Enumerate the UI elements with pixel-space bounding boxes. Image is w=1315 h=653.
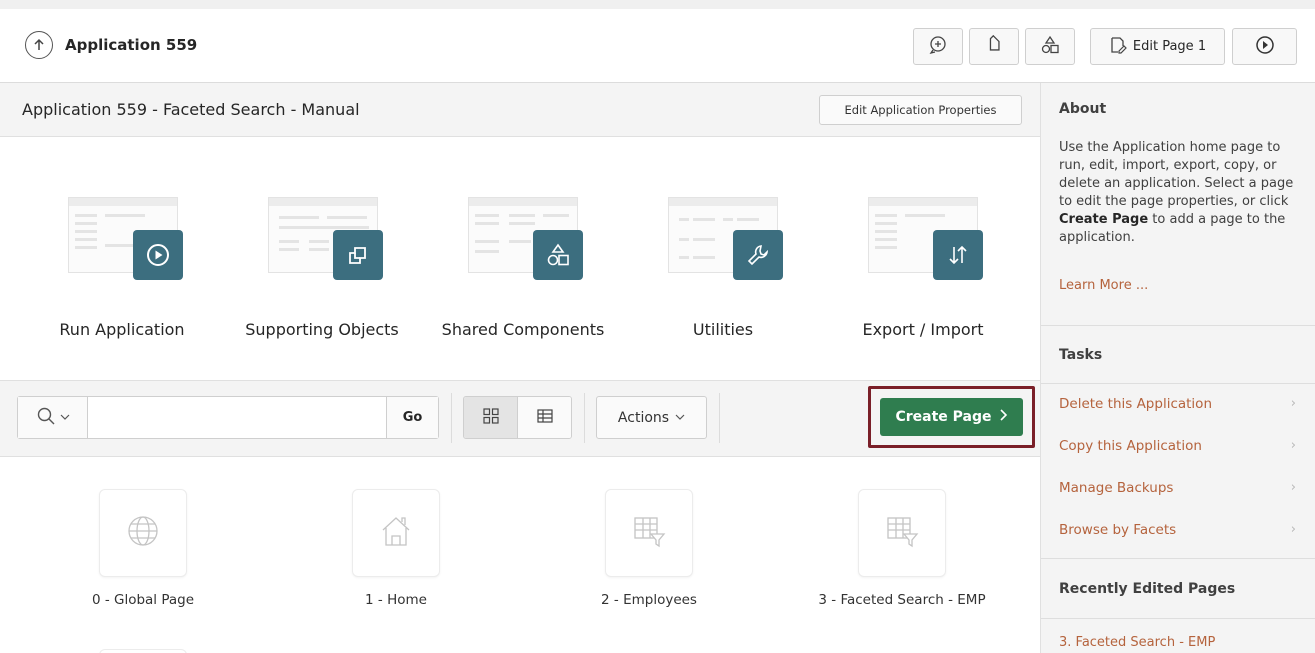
- divider: [1041, 558, 1315, 559]
- pages-grid: 0 - Global Page 1 - Home 2 - Employees 3…: [0, 457, 1040, 653]
- table-filter-icon: [632, 514, 666, 552]
- learn-more-link[interactable]: Learn More ...: [1059, 278, 1148, 293]
- utilities-tile[interactable]: [668, 197, 783, 283]
- page-label-3[interactable]: 3 - Faceted Search - EMP: [792, 592, 1012, 608]
- task-copy-application[interactable]: Copy this Application ›: [1041, 426, 1315, 468]
- recently-edited-heading: Recently Edited Pages: [1059, 581, 1236, 597]
- create-page-button[interactable]: Create Page: [880, 398, 1023, 436]
- divider: [451, 393, 452, 443]
- divider: [584, 393, 585, 443]
- run-application-label[interactable]: Run Application: [22, 320, 222, 339]
- create-page-label: Create Page: [895, 409, 992, 425]
- app-title-group[interactable]: Application 559: [25, 31, 197, 59]
- utilities-label[interactable]: Utilities: [623, 320, 823, 339]
- shapes-icon: [533, 230, 583, 280]
- task-browse-by-facets[interactable]: Browse by Facets ›: [1041, 510, 1315, 552]
- supporting-objects-tile[interactable]: [268, 197, 383, 283]
- actions-menu-button[interactable]: Actions: [596, 396, 707, 439]
- edit-application-properties-button[interactable]: Edit Application Properties: [819, 95, 1022, 125]
- chevron-right-icon: ›: [1290, 522, 1296, 537]
- divider: [1041, 618, 1315, 619]
- go-button[interactable]: Go: [386, 397, 438, 438]
- wrench-icon: [733, 230, 783, 280]
- chat-plus-icon: [928, 35, 948, 59]
- task-delete-application[interactable]: Delete this Application ›: [1041, 384, 1315, 426]
- export-import-tile[interactable]: [868, 197, 983, 283]
- divider: [1041, 325, 1315, 326]
- page-title: Application 559 - Faceted Search - Manua…: [22, 100, 360, 119]
- application-actions: Run Application Supporting Objects Share…: [0, 137, 1040, 380]
- chevron-down-icon: [675, 410, 685, 426]
- chevron-right-icon: ›: [1290, 480, 1296, 495]
- page-toolbar: Go Actions Create Page: [0, 380, 1040, 457]
- developer-tools-button[interactable]: [969, 28, 1019, 65]
- task-manage-backups[interactable]: Manage Backups ›: [1041, 468, 1315, 510]
- app-title: Application 559: [65, 36, 198, 54]
- view-toggle: [463, 396, 572, 439]
- chevron-down-icon: [60, 410, 70, 426]
- recent-page-link[interactable]: 3. Faceted Search - EMP: [1059, 635, 1215, 650]
- arrow-up-icon[interactable]: [25, 31, 53, 59]
- search-input[interactable]: [88, 397, 386, 438]
- main-header: Application 559 - Faceted Search - Manua…: [0, 83, 1040, 137]
- edit-page-button[interactable]: Edit Page 1: [1090, 28, 1225, 65]
- search-options-button[interactable]: [18, 397, 88, 438]
- grid-icon: [482, 407, 499, 428]
- top-bar: Application 559 Edit Page 1: [0, 0, 1315, 83]
- chevron-right-icon: ›: [1290, 438, 1296, 453]
- page-tile-partial[interactable]: [99, 649, 187, 653]
- about-heading: About: [1059, 101, 1107, 117]
- page-tile-0[interactable]: [99, 489, 187, 577]
- page-tile-3[interactable]: [858, 489, 946, 577]
- tag-icon: [984, 34, 1004, 59]
- home-icon: [379, 514, 413, 552]
- icon-view-button[interactable]: [464, 397, 518, 438]
- chevron-right-icon: [999, 409, 1008, 425]
- tasks-heading: Tasks: [1059, 347, 1103, 363]
- table-icon: [536, 408, 553, 427]
- run-application-tile[interactable]: [68, 197, 183, 283]
- shapes-icon: [1040, 35, 1060, 59]
- run-page-button[interactable]: [1232, 28, 1297, 65]
- table-filter-icon: [885, 514, 919, 552]
- page-label-2[interactable]: 2 - Employees: [539, 592, 759, 608]
- right-sidebar: About Use the Application home page to r…: [1040, 83, 1315, 653]
- page-label-0[interactable]: 0 - Global Page: [33, 592, 253, 608]
- shared-components-button[interactable]: [1025, 28, 1075, 65]
- feedback-button[interactable]: [913, 28, 963, 65]
- report-view-button[interactable]: [518, 397, 571, 438]
- shared-components-label[interactable]: Shared Components: [423, 320, 623, 339]
- search-bar: Go: [17, 396, 439, 439]
- edit-page-label: Edit Page 1: [1132, 39, 1207, 54]
- puzzle-icon: [333, 230, 383, 280]
- sort-arrows-icon: [933, 230, 983, 280]
- actions-label: Actions: [617, 409, 670, 426]
- search-icon: [36, 406, 56, 430]
- page-tile-1[interactable]: [352, 489, 440, 577]
- divider: [719, 393, 720, 443]
- supporting-objects-label[interactable]: Supporting Objects: [222, 320, 422, 339]
- globe-icon: [126, 514, 160, 552]
- shared-components-tile[interactable]: [468, 197, 583, 283]
- chevron-right-icon: ›: [1290, 396, 1296, 411]
- create-page-highlight: Create Page: [868, 386, 1035, 448]
- play-circle-icon: [133, 230, 183, 280]
- page-label-1[interactable]: 1 - Home: [286, 592, 506, 608]
- play-circle-icon: [1255, 35, 1275, 59]
- page-tile-2[interactable]: [605, 489, 693, 577]
- edit-page-icon: [1109, 36, 1127, 58]
- export-import-label[interactable]: Export / Import: [823, 320, 1023, 339]
- about-text: Use the Application home page to run, ed…: [1059, 140, 1294, 245]
